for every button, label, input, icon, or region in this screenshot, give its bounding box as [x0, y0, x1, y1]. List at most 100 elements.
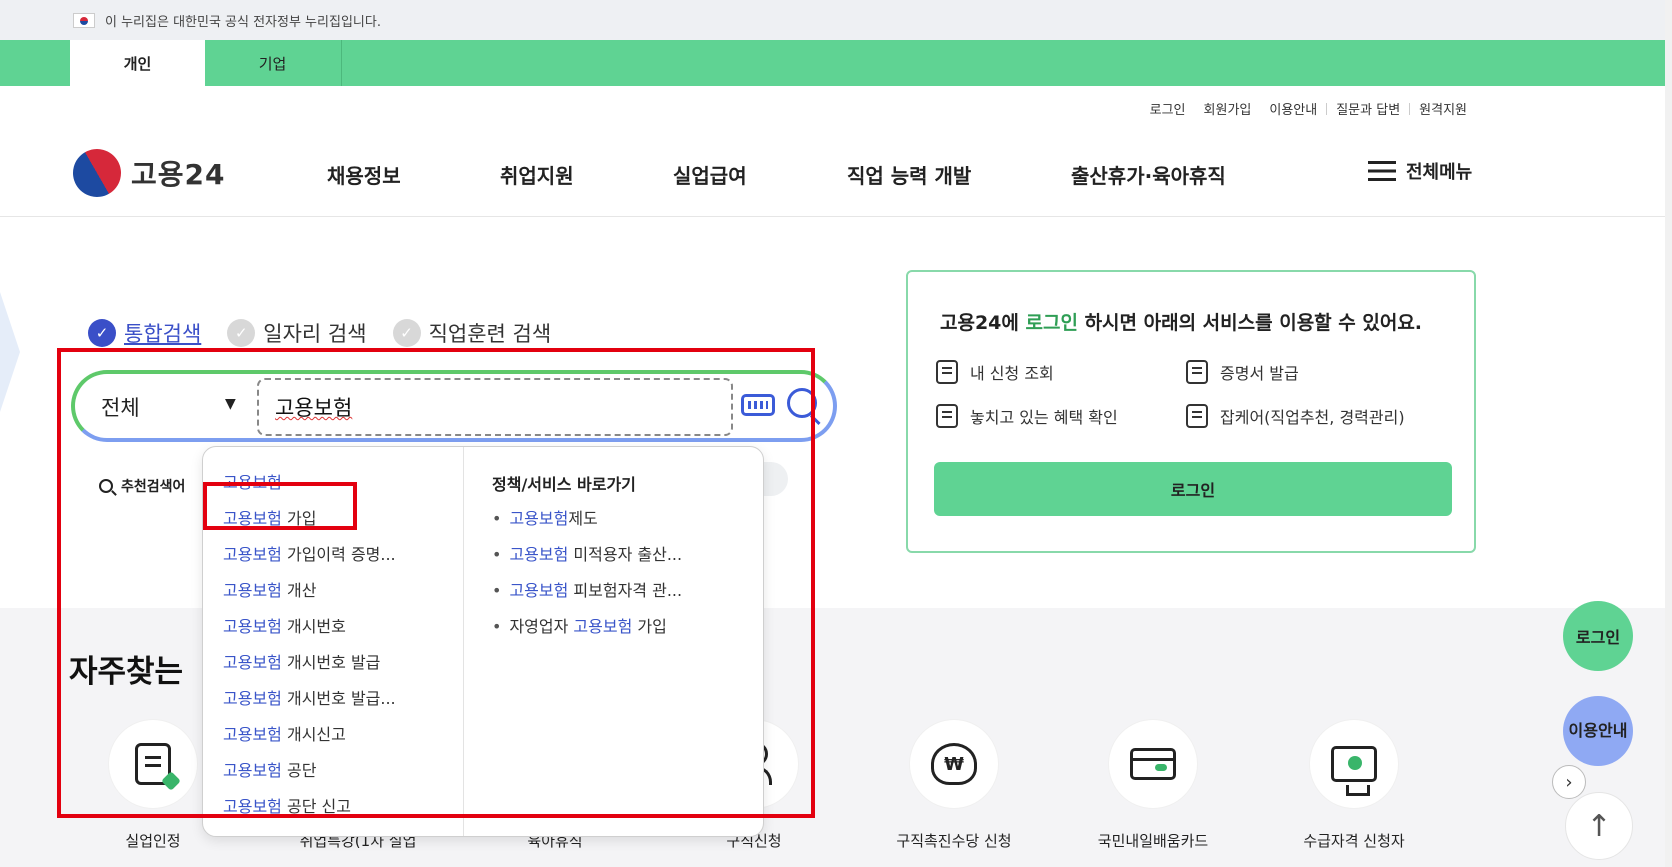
feature-missed-benefits: 놓치고 있는 혜택 확인: [936, 404, 1118, 428]
autocomplete-item[interactable]: 고용보험 개시번호: [223, 609, 396, 645]
shortcut-link[interactable]: 고용보험 미적용자 출산...: [492, 537, 682, 573]
util-guide-link[interactable]: 이용안내: [1260, 99, 1326, 118]
frequent-services-title: 자주찾는: [69, 654, 184, 690]
korea-flag-icon: [73, 12, 95, 28]
util-login-link[interactable]: 로그인: [1141, 99, 1195, 118]
gov-banner-text: 이 누리집은 대한민국 공식 전자정부 누리집입니다.: [105, 14, 381, 30]
autocomplete-item[interactable]: 고용보험 개시번호 발급...: [223, 681, 396, 717]
service-icon-circle: ₩: [910, 720, 998, 808]
scroll-top-button[interactable]: ↑: [1565, 792, 1633, 860]
autocomplete-item[interactable]: 고용보험 가입: [223, 501, 396, 537]
login-button[interactable]: 로그인: [934, 462, 1452, 516]
autocomplete-item[interactable]: 고용보험 개산: [223, 573, 396, 609]
keyword-highlight: 고용보험: [509, 545, 569, 564]
virtual-keyboard-icon[interactable]: [741, 394, 775, 416]
gnb-maternity-parental-leave[interactable]: 출산휴가·육아휴직: [1071, 160, 1226, 189]
util-remote-support-link[interactable]: 원격지원: [1410, 99, 1476, 118]
tab-business[interactable]: 기업: [205, 40, 340, 86]
all-menu-button[interactable]: 전체메뉴: [1368, 158, 1472, 184]
link-suffix: 가입: [632, 617, 667, 636]
shortcut-link[interactable]: 고용보험 피보험자격 관...: [492, 573, 682, 609]
autocomplete-list: 고용보험 고용보험 가입 고용보험 가입이력 증명... 고용보험 개산 고용보…: [223, 465, 396, 825]
logo-text: 고용24: [131, 158, 226, 191]
hamburger-icon: [1368, 161, 1396, 181]
suggestion-suffix: 가입이력 증명...: [281, 545, 396, 564]
gnb-job-skill-development[interactable]: 직업 능력 개발: [847, 160, 971, 189]
gnb-employment-support[interactable]: 취업지원: [500, 160, 574, 189]
suggestion-suffix: 개시번호 발급...: [281, 689, 396, 708]
tab-personal-label: 개인: [123, 54, 152, 73]
search-type-training[interactable]: ✓ 직업훈련 검색: [392, 318, 551, 348]
shortcut-panel: 정책/서비스 바로가기 고용보험제도 고용보험 미적용자 출산... 고용보험 …: [492, 471, 682, 645]
service-eligibility-applicant[interactable]: 수급자격 신청자: [1274, 720, 1434, 851]
keyword-highlight: 고용보험: [223, 797, 282, 816]
suggestion-suffix: 공단: [281, 761, 317, 780]
autocomplete-item[interactable]: 고용보험 가입이력 증명...: [223, 537, 396, 573]
clipboard-clock-icon: [1186, 404, 1208, 428]
keyword-highlight: 고용보험: [223, 689, 282, 708]
service-icon-circle: [109, 720, 197, 808]
autocomplete-item[interactable]: 고용보험 공단 신고: [223, 789, 396, 825]
service-label: 국민내일배움카드: [1097, 832, 1209, 850]
link-suffix: 피보험자격 관...: [568, 581, 683, 600]
search-type-label: 일자리 검색: [263, 322, 367, 346]
search-scope-select[interactable]: 전체: [101, 392, 140, 422]
keyword-highlight: 고용보험: [573, 617, 633, 636]
util-signup-link[interactable]: 회원가입: [1195, 99, 1261, 118]
shortcut-link[interactable]: 자영업자 고용보험 가입: [492, 609, 682, 645]
check-icon: ✓: [392, 319, 421, 347]
carousel-next-button[interactable]: ›: [1552, 765, 1586, 799]
dropdown-divider: [463, 447, 464, 836]
page-scrollbar[interactable]: [1665, 0, 1672, 867]
search-type-jobs[interactable]: ✓ 일자리 검색: [227, 318, 367, 348]
search-icon: [99, 479, 113, 493]
search-input[interactable]: [257, 378, 733, 436]
card-icon: [1130, 748, 1176, 780]
money-bag-icon: ₩: [931, 743, 977, 785]
service-learning-card[interactable]: 국민내일배움카드: [1073, 720, 1233, 851]
login-promo-title: 고용24에 로그인 하시면 아래의 서비스를 이용할 수 있어요.: [940, 308, 1422, 335]
keyword-highlight: 고용보험: [223, 653, 282, 672]
search-icon[interactable]: [787, 388, 821, 426]
keyword-highlight: 고용보험: [509, 581, 569, 600]
tab-personal[interactable]: 개인: [70, 40, 205, 86]
caret-down-icon[interactable]: ▼: [225, 396, 236, 412]
keyword-highlight: 고용보험: [223, 581, 282, 600]
site-logo[interactable]: 고용24: [64, 140, 226, 206]
search-type-integrated[interactable]: ✓ 통합검색: [88, 318, 201, 348]
autocomplete-item[interactable]: 고용보험 공단: [223, 753, 396, 789]
feature-label: 증명서 발급: [1220, 364, 1299, 383]
floating-guide-button[interactable]: 이용 안내: [1563, 696, 1633, 766]
feature-label: 내 신청 조회: [970, 364, 1054, 383]
keyword-highlight: 고용보험: [223, 545, 282, 564]
gnb-unemployment-benefit[interactable]: 실업급여: [673, 160, 747, 189]
shortcut-link[interactable]: 고용보험제도: [492, 501, 682, 537]
keyword-highlight: 고용보험: [223, 725, 282, 744]
autocomplete-item[interactable]: 고용보험 개시번호 발급: [223, 645, 396, 681]
tab-business-label: 기업: [258, 54, 287, 73]
search-type-selector: ✓ 통합검색 ✓ 일자리 검색 ✓ 직업훈련 검색: [88, 318, 577, 348]
certificate-icon: [1186, 360, 1208, 384]
link-prefix: 자영업자: [509, 617, 574, 636]
guide-label-1: 이용: [1568, 721, 1598, 740]
document-search-icon: [936, 404, 958, 428]
service-icon-circle: [1109, 720, 1197, 808]
chevron-right-icon: ›: [1565, 771, 1573, 793]
autocomplete-item[interactable]: 고용보험 개시신고: [223, 717, 396, 753]
suggestion-suffix: 개산: [281, 581, 317, 600]
gnb-job-info[interactable]: 채용정보: [327, 160, 401, 189]
gov-banner: 이 누리집은 대한민국 공식 전자정부 누리집입니다.: [0, 0, 1672, 40]
keyword-highlight: 고용보험: [223, 509, 282, 528]
guide-label-2: 안내: [1598, 721, 1628, 740]
search-type-label: 통합검색: [124, 322, 202, 346]
user-type-tabbar: 개인 기업: [0, 40, 1672, 86]
suggestion-suffix: 개시번호 발급: [281, 653, 381, 672]
checklist-icon: [936, 360, 958, 384]
suggestion-suffix: 공단 신고: [281, 797, 351, 816]
service-icon-circle: [1310, 720, 1398, 808]
service-label: 구직촉진수당 신청: [896, 832, 1012, 850]
service-job-promotion-allowance[interactable]: ₩ 구직촉진수당 신청: [874, 720, 1034, 851]
autocomplete-item[interactable]: 고용보험: [223, 465, 396, 501]
floating-login-button[interactable]: 로그인: [1563, 601, 1633, 671]
util-qna-link[interactable]: 질문과 답변: [1327, 99, 1409, 118]
